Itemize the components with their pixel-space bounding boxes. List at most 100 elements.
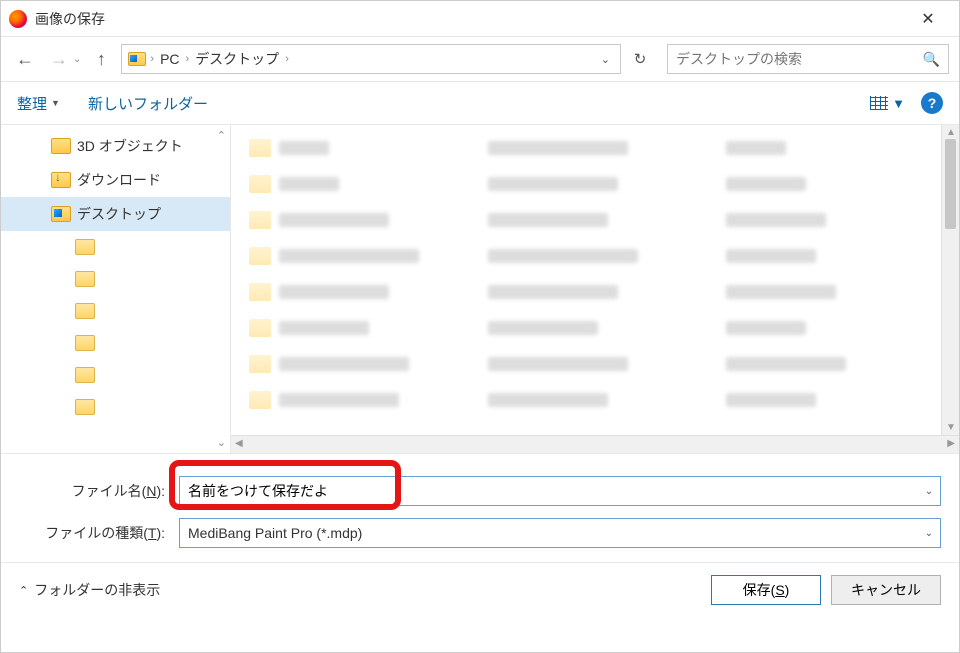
desktop-icon xyxy=(128,52,146,66)
sidebar-tree[interactable]: ⌃ 3D オブジェクト ダウンロード デスクトップ ⌄ xyxy=(1,125,231,453)
chevron-right-icon[interactable]: › xyxy=(285,53,289,65)
sidebar-item-3d-objects[interactable]: 3D オブジェクト xyxy=(1,129,230,163)
view-icon xyxy=(870,96,888,110)
help-button[interactable]: ? xyxy=(921,92,943,114)
list-item[interactable] xyxy=(726,207,925,233)
list-item[interactable] xyxy=(249,207,448,233)
caret-down-icon: ▼ xyxy=(892,96,905,111)
list-item[interactable] xyxy=(249,171,448,197)
list-item[interactable] xyxy=(488,387,687,413)
list-item[interactable] xyxy=(726,171,925,197)
scroll-down-caret[interactable]: ⌄ xyxy=(217,436,226,449)
downloads-icon xyxy=(51,172,71,188)
hide-folders-toggle[interactable]: ⌃ フォルダーの非表示 xyxy=(19,580,160,600)
folder-icon xyxy=(75,271,95,287)
footer: ⌃ フォルダーの非表示 保存(S) キャンセル xyxy=(1,563,959,617)
scrollbar-thumb[interactable] xyxy=(945,139,956,229)
list-item[interactable] xyxy=(488,315,687,341)
scroll-up-caret[interactable]: ⌃ xyxy=(217,129,226,142)
save-button[interactable]: 保存(S) xyxy=(711,575,821,605)
search-input[interactable] xyxy=(676,51,923,67)
sidebar-item-downloads[interactable]: ダウンロード xyxy=(1,163,230,197)
close-button[interactable]: ✕ xyxy=(905,1,951,37)
cancel-button[interactable]: キャンセル xyxy=(831,575,941,605)
filename-label: ファイル名(N): xyxy=(19,481,179,501)
folder-icon xyxy=(249,283,271,301)
filename-combo[interactable]: ⌄ xyxy=(179,476,941,506)
list-item[interactable] xyxy=(249,279,448,305)
titlebar: 画像の保存 ✕ xyxy=(1,1,959,37)
nav-back-button[interactable]: ← xyxy=(11,45,39,73)
list-item[interactable] xyxy=(726,387,925,413)
close-icon: ✕ xyxy=(921,9,934,29)
form-area: ファイル名(N): ⌄ ファイルの種類(T): MediBang Paint P… xyxy=(1,454,959,563)
view-options-button[interactable]: ▼ xyxy=(870,96,905,111)
refresh-icon: ↻ xyxy=(634,50,647,68)
list-item[interactable] xyxy=(249,243,448,269)
list-item[interactable] xyxy=(249,387,448,413)
folder-icon xyxy=(249,319,271,337)
list-item[interactable] xyxy=(726,243,925,269)
sidebar-subitem[interactable] xyxy=(1,359,230,391)
list-item[interactable] xyxy=(488,135,687,161)
horizontal-scrollbar[interactable] xyxy=(231,435,959,453)
refresh-button[interactable]: ↻ xyxy=(627,44,653,74)
list-item[interactable] xyxy=(488,351,687,377)
folder-icon xyxy=(249,139,271,157)
filetype-combo[interactable]: MediBang Paint Pro (*.mdp) ⌄ xyxy=(179,518,941,548)
list-item[interactable] xyxy=(726,279,925,305)
list-item[interactable] xyxy=(726,135,925,161)
window-title: 画像の保存 xyxy=(35,9,905,29)
nav-forward-button[interactable]: → xyxy=(45,45,73,73)
list-item[interactable] xyxy=(488,171,687,197)
new-folder-button[interactable]: 新しいフォルダー xyxy=(88,93,208,114)
folder-icon xyxy=(75,399,95,415)
app-icon xyxy=(9,10,27,28)
list-item[interactable] xyxy=(249,135,448,161)
vertical-scrollbar[interactable] xyxy=(941,125,959,435)
toolbar: 整理 ▼ 新しいフォルダー ▼ ? xyxy=(1,81,959,125)
sidebar-subitem[interactable] xyxy=(1,327,230,359)
file-area xyxy=(231,125,959,453)
list-item[interactable] xyxy=(488,243,687,269)
search-icon[interactable]: 🔍 xyxy=(923,51,940,68)
filetype-label: ファイルの種類(T): xyxy=(19,523,179,543)
filetype-value: MediBang Paint Pro (*.mdp) xyxy=(180,525,918,541)
breadcrumb-current[interactable]: デスクトップ xyxy=(193,49,281,69)
folder-icon xyxy=(75,367,95,383)
sidebar-item-desktop[interactable]: デスクトップ xyxy=(1,197,230,231)
chevron-right-icon[interactable]: › xyxy=(150,53,154,65)
sidebar-item-label: デスクトップ xyxy=(77,204,161,224)
address-dropdown[interactable]: ⌄ xyxy=(597,53,614,66)
search-box[interactable]: 🔍 xyxy=(667,44,949,74)
sidebar-subitem[interactable] xyxy=(1,263,230,295)
file-list[interactable] xyxy=(231,125,959,435)
nav-up-button[interactable]: ↑ xyxy=(87,45,115,73)
nav-recent-caret[interactable]: ⌄ xyxy=(73,54,81,65)
filename-input[interactable] xyxy=(180,483,918,499)
list-item[interactable] xyxy=(726,351,925,377)
list-item[interactable] xyxy=(488,207,687,233)
sidebar-item-label: ダウンロード xyxy=(77,170,161,190)
organize-button[interactable]: 整理 ▼ xyxy=(17,93,60,114)
folder-icon xyxy=(249,175,271,193)
main-area: ⌃ 3D オブジェクト ダウンロード デスクトップ ⌄ xyxy=(1,125,959,454)
chevron-up-icon: ⌃ xyxy=(19,584,28,597)
breadcrumb-root[interactable]: PC xyxy=(158,51,181,67)
list-item[interactable] xyxy=(726,315,925,341)
address-bar[interactable]: › PC › デスクトップ › ⌄ xyxy=(121,44,621,74)
list-item[interactable] xyxy=(488,279,687,305)
sidebar-subitem[interactable] xyxy=(1,391,230,423)
sidebar-subitem[interactable] xyxy=(1,231,230,263)
chevron-right-icon[interactable]: › xyxy=(186,53,190,65)
desktop-icon xyxy=(51,206,71,222)
sidebar-subitem[interactable] xyxy=(1,295,230,327)
sidebar-item-label: 3D オブジェクト xyxy=(77,136,183,156)
filetype-dropdown-caret[interactable]: ⌄ xyxy=(918,528,940,539)
list-item[interactable] xyxy=(249,351,448,377)
folder-icon xyxy=(51,138,71,154)
filename-dropdown-caret[interactable]: ⌄ xyxy=(918,486,940,497)
folder-icon xyxy=(249,211,271,229)
list-item[interactable] xyxy=(249,315,448,341)
folder-icon xyxy=(75,303,95,319)
